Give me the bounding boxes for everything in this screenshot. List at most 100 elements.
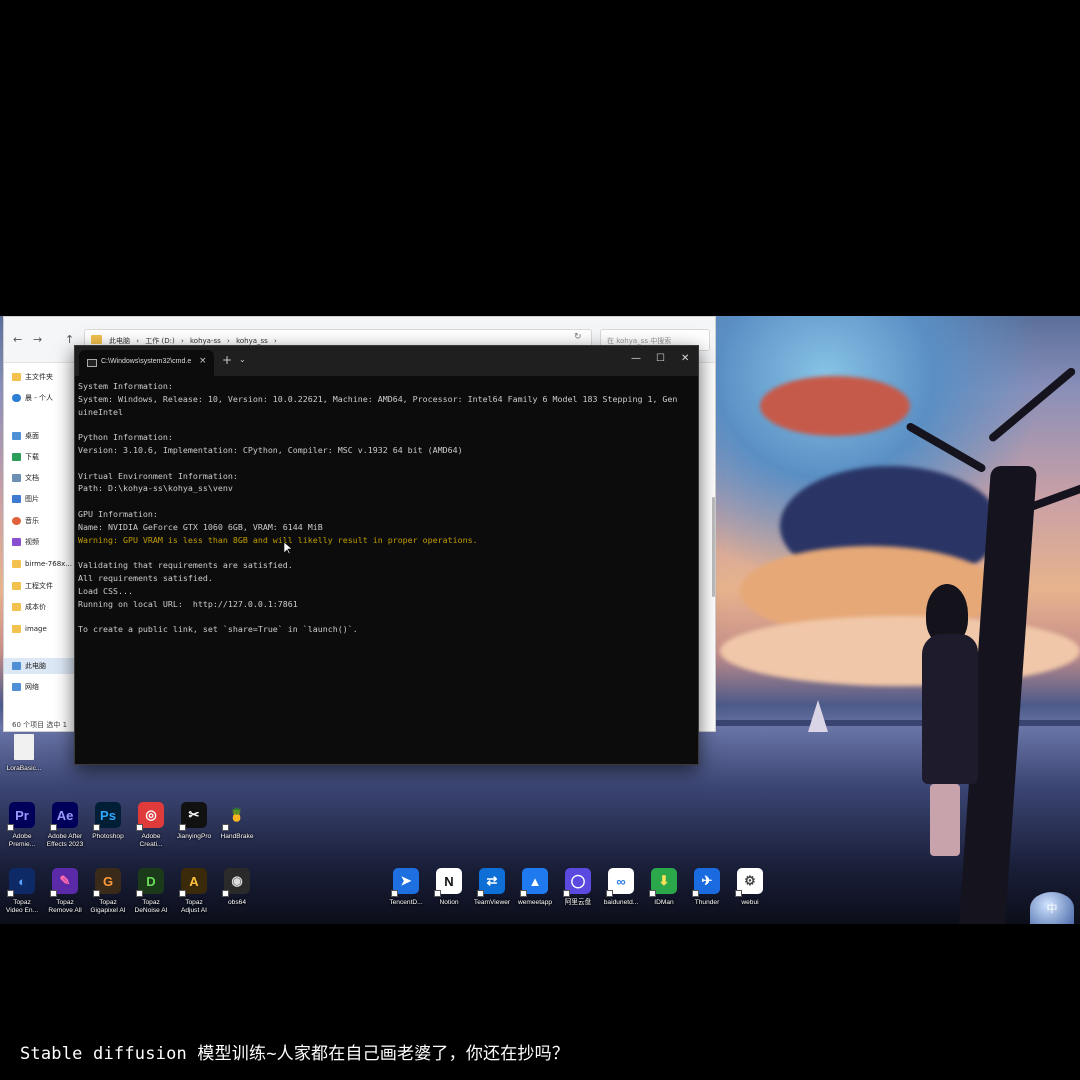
premiere-shortcut[interactable]: Pr Adobe Premie... xyxy=(0,802,44,850)
sidebar-item-downloads[interactable]: 下载 xyxy=(12,450,39,464)
after-effects-shortcut[interactable]: Ae Adobe After Effects 2023 xyxy=(43,802,87,850)
topaz-gigapixel-icon: G xyxy=(93,868,121,897)
desktop-icon-label: Thunder xyxy=(694,899,720,906)
refresh-icon[interactable]: ↻ xyxy=(574,332,582,342)
shortcut-arrow-icon xyxy=(179,824,186,831)
shortcut-arrow-icon xyxy=(222,824,229,831)
breadcrumb-item[interactable]: 此电脑 xyxy=(109,337,130,345)
home-icon xyxy=(12,373,21,381)
sidebar-item-this-pc[interactable]: 此电脑 xyxy=(12,659,46,673)
sidebar-item-label: 工程文件 xyxy=(25,582,53,590)
breadcrumb-item[interactable]: 工作 (D:) xyxy=(145,337,174,345)
desktop-icon-label: Notion xyxy=(439,899,459,906)
close-button[interactable]: ✕ xyxy=(681,353,689,364)
wallpaper-girl-legs xyxy=(930,784,960,856)
baidu-netdisk-shortcut[interactable]: ∞ baidunetd... xyxy=(599,868,643,907)
scrollbar[interactable] xyxy=(712,497,715,597)
photoshop-shortcut[interactable]: Ps Photoshop xyxy=(86,802,130,841)
sidebar-item-network[interactable]: 网络 xyxy=(12,680,39,694)
folder-icon xyxy=(12,625,21,633)
shortcut-arrow-icon xyxy=(136,890,143,897)
sidebar-item-folder[interactable]: birme-768x... xyxy=(12,557,72,571)
back-arrow-icon[interactable]: ← xyxy=(13,333,22,346)
shortcut-arrow-icon xyxy=(179,890,186,897)
obs-shortcut[interactable]: ◉ obs64 xyxy=(215,868,259,907)
new-tab-button[interactable]: + xyxy=(222,353,232,367)
topaz-remove-icon: ✎ xyxy=(50,868,78,897)
sidebar-item-videos[interactable]: 视频 xyxy=(12,535,39,549)
sidebar-item-label: 图片 xyxy=(25,495,39,503)
aliyun-drive-icon: ◯ xyxy=(563,868,591,897)
webui-shortcut[interactable]: ⚙ webui xyxy=(728,868,772,907)
idm-shortcut[interactable]: ⬇ IDMan xyxy=(642,868,686,907)
shortcut-arrow-icon xyxy=(50,824,57,831)
desktop-icon-label: Adobe After Effects 2023 xyxy=(46,833,84,849)
sidebar-item-folder[interactable]: image xyxy=(12,622,47,636)
sidebar-item-home[interactable]: 主文件夹 xyxy=(12,370,53,384)
notion-shortcut[interactable]: N Notion xyxy=(427,868,471,907)
shortcut-arrow-icon xyxy=(93,890,100,897)
icon-glyph: N xyxy=(444,873,454,889)
document-icon xyxy=(12,474,21,482)
topaz-adjust-shortcut[interactable]: A Topaz Adjust AI xyxy=(172,868,216,916)
creative-cloud-shortcut[interactable]: ◎ Adobe Creati... xyxy=(129,802,173,850)
topaz-gigapixel-shortcut[interactable]: G Topaz Gigapixel AI xyxy=(86,868,130,916)
topaz-denoise-shortcut[interactable]: D Topaz DeNoise AI xyxy=(129,868,173,916)
sidebar-item-documents[interactable]: 文档 xyxy=(12,471,39,485)
tab-close-icon[interactable]: × xyxy=(199,356,207,366)
teamviewer-shortcut[interactable]: ⇄ TeamViewer xyxy=(470,868,514,907)
desktop-icon-label: Topaz Remove All xyxy=(48,899,82,915)
sidebar-item-onedrive[interactable]: 晨 - 个人 xyxy=(12,391,53,405)
terminal-output[interactable]: System Information: System: Windows, Rele… xyxy=(78,380,690,636)
breadcrumb-item[interactable]: kohya_ss xyxy=(236,337,268,345)
sidebar-item-label: 此电脑 xyxy=(25,662,46,670)
sidebar-item-folder[interactable]: 工程文件 xyxy=(12,579,53,593)
network-icon xyxy=(12,683,21,691)
shortcut-arrow-icon xyxy=(520,890,527,897)
jianying-shortcut[interactable]: ✂ JianyingPro xyxy=(172,802,216,841)
terminal-window[interactable]: C:\Windows\system32\cmd.e × + ⌄ — ☐ ✕ Sy… xyxy=(74,345,699,765)
thunder-shortcut[interactable]: ✈ Thunder xyxy=(685,868,729,907)
desktop-icon-label: wemeetapp xyxy=(517,899,553,906)
wemeet-icon: ▲ xyxy=(520,868,548,897)
wallpaper-girl-body xyxy=(922,634,978,784)
tencent-download-shortcut[interactable]: ➤ TencentD... xyxy=(384,868,428,907)
shortcut-arrow-icon xyxy=(692,890,699,897)
sidebar-item-pictures[interactable]: 图片 xyxy=(12,492,39,506)
desktop-icon-label: obs64 xyxy=(228,899,246,906)
terminal-tab[interactable]: C:\Windows\system32\cmd.e × xyxy=(79,350,214,376)
up-arrow-icon[interactable]: ↑ xyxy=(65,333,74,346)
handbrake-shortcut[interactable]: 🍍 HandBrake xyxy=(215,802,259,841)
aliyun-drive-shortcut[interactable]: ◯ 阿里云盘 xyxy=(556,868,600,907)
desktop-icon-label: Photoshop xyxy=(92,833,124,840)
minimize-button[interactable]: — xyxy=(631,353,641,364)
maximize-button[interactable]: ☐ xyxy=(656,353,665,364)
obs-icon: ◉ xyxy=(222,868,250,897)
sidebar-item-label: 晨 - 个人 xyxy=(25,394,53,402)
desktop-file-shortcut[interactable]: LoraBasic... xyxy=(2,734,46,773)
sidebar-item-music[interactable]: 音乐 xyxy=(12,514,39,528)
topaz-remove-shortcut[interactable]: ✎ Topaz Remove All xyxy=(43,868,87,916)
sidebar-item-label: birme-768x... xyxy=(25,560,72,568)
breadcrumb-separator: › xyxy=(180,337,184,345)
shortcut-arrow-icon xyxy=(735,890,742,897)
sidebar-item-desktop[interactable]: 桌面 xyxy=(12,429,39,443)
topaz-video-shortcut[interactable]: ◐ Topaz Video En... xyxy=(0,868,44,916)
wemeet-shortcut[interactable]: ▲ wemeetapp xyxy=(513,868,557,907)
sidebar-item-folder[interactable]: 成本价 xyxy=(12,600,46,614)
shortcut-arrow-icon xyxy=(563,890,570,897)
forward-arrow-icon[interactable]: → xyxy=(33,333,42,346)
desktop-icon-label: JianyingPro xyxy=(176,833,212,840)
chevron-down-icon[interactable]: ⌄ xyxy=(239,355,246,364)
terminal-titlebar[interactable]: C:\Windows\system32\cmd.e × + ⌄ — ☐ ✕ xyxy=(75,346,698,376)
terminal-line: System: Windows, Release: 10, Version: 1… xyxy=(78,393,678,404)
breadcrumb-item[interactable]: kohya-ss xyxy=(190,337,221,345)
shortcut-arrow-icon xyxy=(136,824,143,831)
shortcut-arrow-icon xyxy=(391,890,398,897)
ime-indicator[interactable]: 中 xyxy=(1030,892,1074,924)
terminal-line: GPU Information: xyxy=(78,508,158,519)
shortcut-arrow-icon xyxy=(7,890,14,897)
desktop-icon-label: IDMan xyxy=(654,899,674,906)
